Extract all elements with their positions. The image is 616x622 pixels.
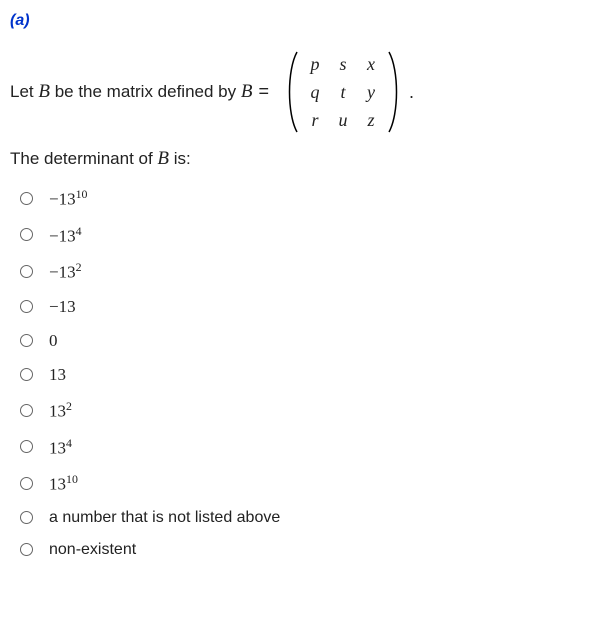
option-4[interactable]: −13 [10, 290, 606, 324]
opt-exp: 10 [66, 472, 78, 486]
var-b-1: B [38, 81, 50, 102]
opt-base: 13 [49, 402, 66, 421]
radio-icon [20, 300, 33, 313]
option-label: −1310 [49, 187, 87, 210]
option-label: −134 [49, 224, 82, 247]
opt-exp: 4 [76, 224, 82, 238]
radio-icon [20, 440, 33, 453]
matrix-cell: q [310, 82, 319, 103]
q2-var-b: B [157, 148, 169, 169]
radio-icon [20, 265, 33, 278]
option-1[interactable]: −1310 [10, 180, 606, 217]
opt-base: 13 [49, 475, 66, 494]
option-label: non-existent [49, 541, 136, 559]
option-6[interactable]: 13 [10, 358, 606, 392]
option-label: 132 [49, 399, 72, 422]
options-list: −1310 −134 −132 −13 0 13 132 134 1310 a … [10, 180, 606, 566]
opt-exp: 2 [66, 399, 72, 413]
radio-icon [20, 511, 33, 524]
option-11[interactable]: non-existent [10, 534, 606, 566]
var-b-2: B [241, 81, 253, 102]
opt-exp: 10 [76, 187, 88, 201]
matrix-cell: t [340, 82, 345, 103]
question-stem: Let B be the matrix defined by B= p s x … [10, 50, 606, 134]
option-label: 1310 [49, 472, 78, 495]
opt-exp: 2 [76, 260, 82, 274]
option-2[interactable]: −134 [10, 217, 606, 254]
equals-sign: = [258, 81, 269, 101]
radio-icon [20, 334, 33, 347]
radio-icon [20, 192, 33, 205]
opt-base: 13 [49, 438, 66, 457]
opt-base: −13 [49, 226, 76, 245]
radio-icon [20, 477, 33, 490]
q2-lead: The determinant of [10, 149, 157, 168]
part-label: (a) [10, 12, 606, 30]
matrix-cell: u [338, 110, 347, 131]
option-label: 134 [49, 436, 72, 459]
option-9[interactable]: 1310 [10, 465, 606, 502]
matrix-cell: s [339, 54, 346, 75]
option-8[interactable]: 134 [10, 429, 606, 466]
matrix-cell: z [367, 110, 374, 131]
matrix-cell: r [311, 110, 318, 131]
radio-icon [20, 543, 33, 556]
option-5[interactable]: 0 [10, 324, 606, 358]
stem-mid: be the matrix defined by [50, 82, 241, 101]
option-label: 13 [49, 365, 66, 385]
right-paren-icon [385, 50, 403, 134]
opt-base: −13 [49, 263, 76, 282]
matrix-cell: y [367, 82, 375, 103]
option-10[interactable]: a number that is not listed above [10, 502, 606, 534]
opt-base: −13 [49, 190, 76, 209]
matrix-cell: x [367, 54, 375, 75]
matrix-cell: p [310, 54, 319, 75]
stem-text: Let B be the matrix defined by B= [10, 81, 275, 103]
option-7[interactable]: 132 [10, 392, 606, 429]
left-paren-icon [283, 50, 301, 134]
q2-tail: is: [169, 149, 191, 168]
option-label: 0 [49, 331, 58, 351]
option-3[interactable]: −132 [10, 253, 606, 290]
radio-icon [20, 228, 33, 241]
radio-icon [20, 368, 33, 381]
option-label: −132 [49, 260, 82, 283]
question-prompt: The determinant of B is: [10, 148, 606, 170]
stem-period: . [409, 82, 414, 103]
opt-exp: 4 [66, 436, 72, 450]
radio-icon [20, 404, 33, 417]
matrix: p s x q t y r u z [283, 50, 403, 134]
stem-lead: Let [10, 82, 38, 101]
option-label: −13 [49, 297, 76, 317]
option-label: a number that is not listed above [49, 509, 280, 527]
